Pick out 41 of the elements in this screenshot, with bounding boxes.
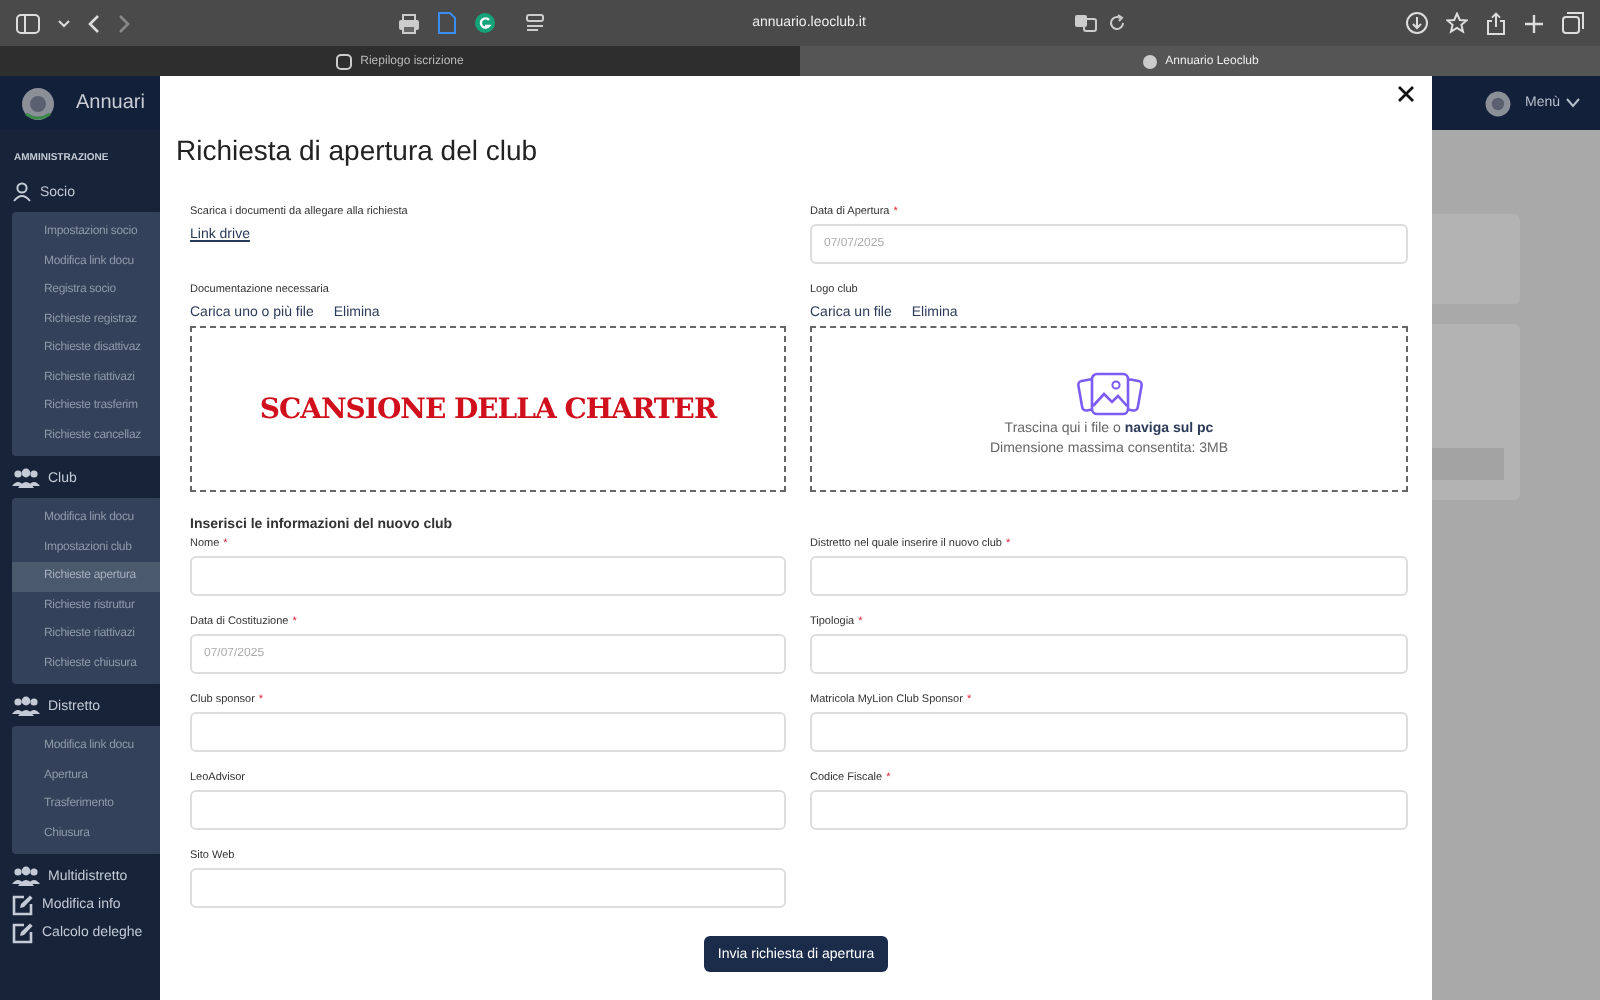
close-icon[interactable] <box>1398 86 1414 102</box>
dropzone[interactable]: SCANSIONE DELLA CHARTER <box>190 326 786 492</box>
text-field[interactable] <box>810 556 1408 596</box>
document-icon[interactable] <box>438 12 456 34</box>
text-field[interactable] <box>810 634 1408 674</box>
forward-icon[interactable] <box>118 13 130 33</box>
image-icon <box>1075 371 1143 415</box>
emblem-icon <box>1141 53 1158 69</box>
person-icon <box>12 182 32 202</box>
emblem-logo-icon <box>1484 89 1513 117</box>
text-field[interactable] <box>190 790 786 830</box>
back-icon[interactable] <box>88 13 100 33</box>
text-field[interactable] <box>190 868 786 908</box>
chevron-down-icon[interactable] <box>58 19 70 27</box>
sidebar-toggle-icon[interactable] <box>16 13 40 33</box>
people-icon <box>12 866 40 886</box>
star-icon[interactable] <box>1446 12 1468 34</box>
download-icon[interactable] <box>1406 12 1428 34</box>
edit-icon <box>12 921 34 943</box>
share-icon[interactable] <box>1486 11 1506 35</box>
input-placeholder-block <box>1432 448 1504 480</box>
text-field[interactable] <box>190 556 786 596</box>
reader-icon <box>526 14 544 32</box>
text-field[interactable] <box>810 712 1408 752</box>
people-icon <box>12 468 40 488</box>
circle-g-icon[interactable] <box>474 12 496 34</box>
tabs-overview-icon[interactable] <box>1562 12 1584 34</box>
emblem-logo-icon <box>20 85 56 121</box>
dropzone-caption: SCANSIONE DELLA CHARTER <box>259 393 717 425</box>
translate-icon[interactable] <box>1074 14 1098 32</box>
page-icon <box>336 53 353 69</box>
chevron-down-icon <box>1566 98 1580 108</box>
plus-icon[interactable] <box>1524 13 1544 33</box>
edit-icon <box>12 893 34 915</box>
people-icon <box>12 696 40 716</box>
text-field[interactable] <box>190 712 786 752</box>
app-title: Annuari <box>76 92 145 114</box>
reload-icon[interactable] <box>1108 14 1126 32</box>
text-field[interactable] <box>810 790 1408 830</box>
printer-icon[interactable] <box>398 13 420 33</box>
modal-title: Richiesta di apertura del club <box>176 134 540 166</box>
